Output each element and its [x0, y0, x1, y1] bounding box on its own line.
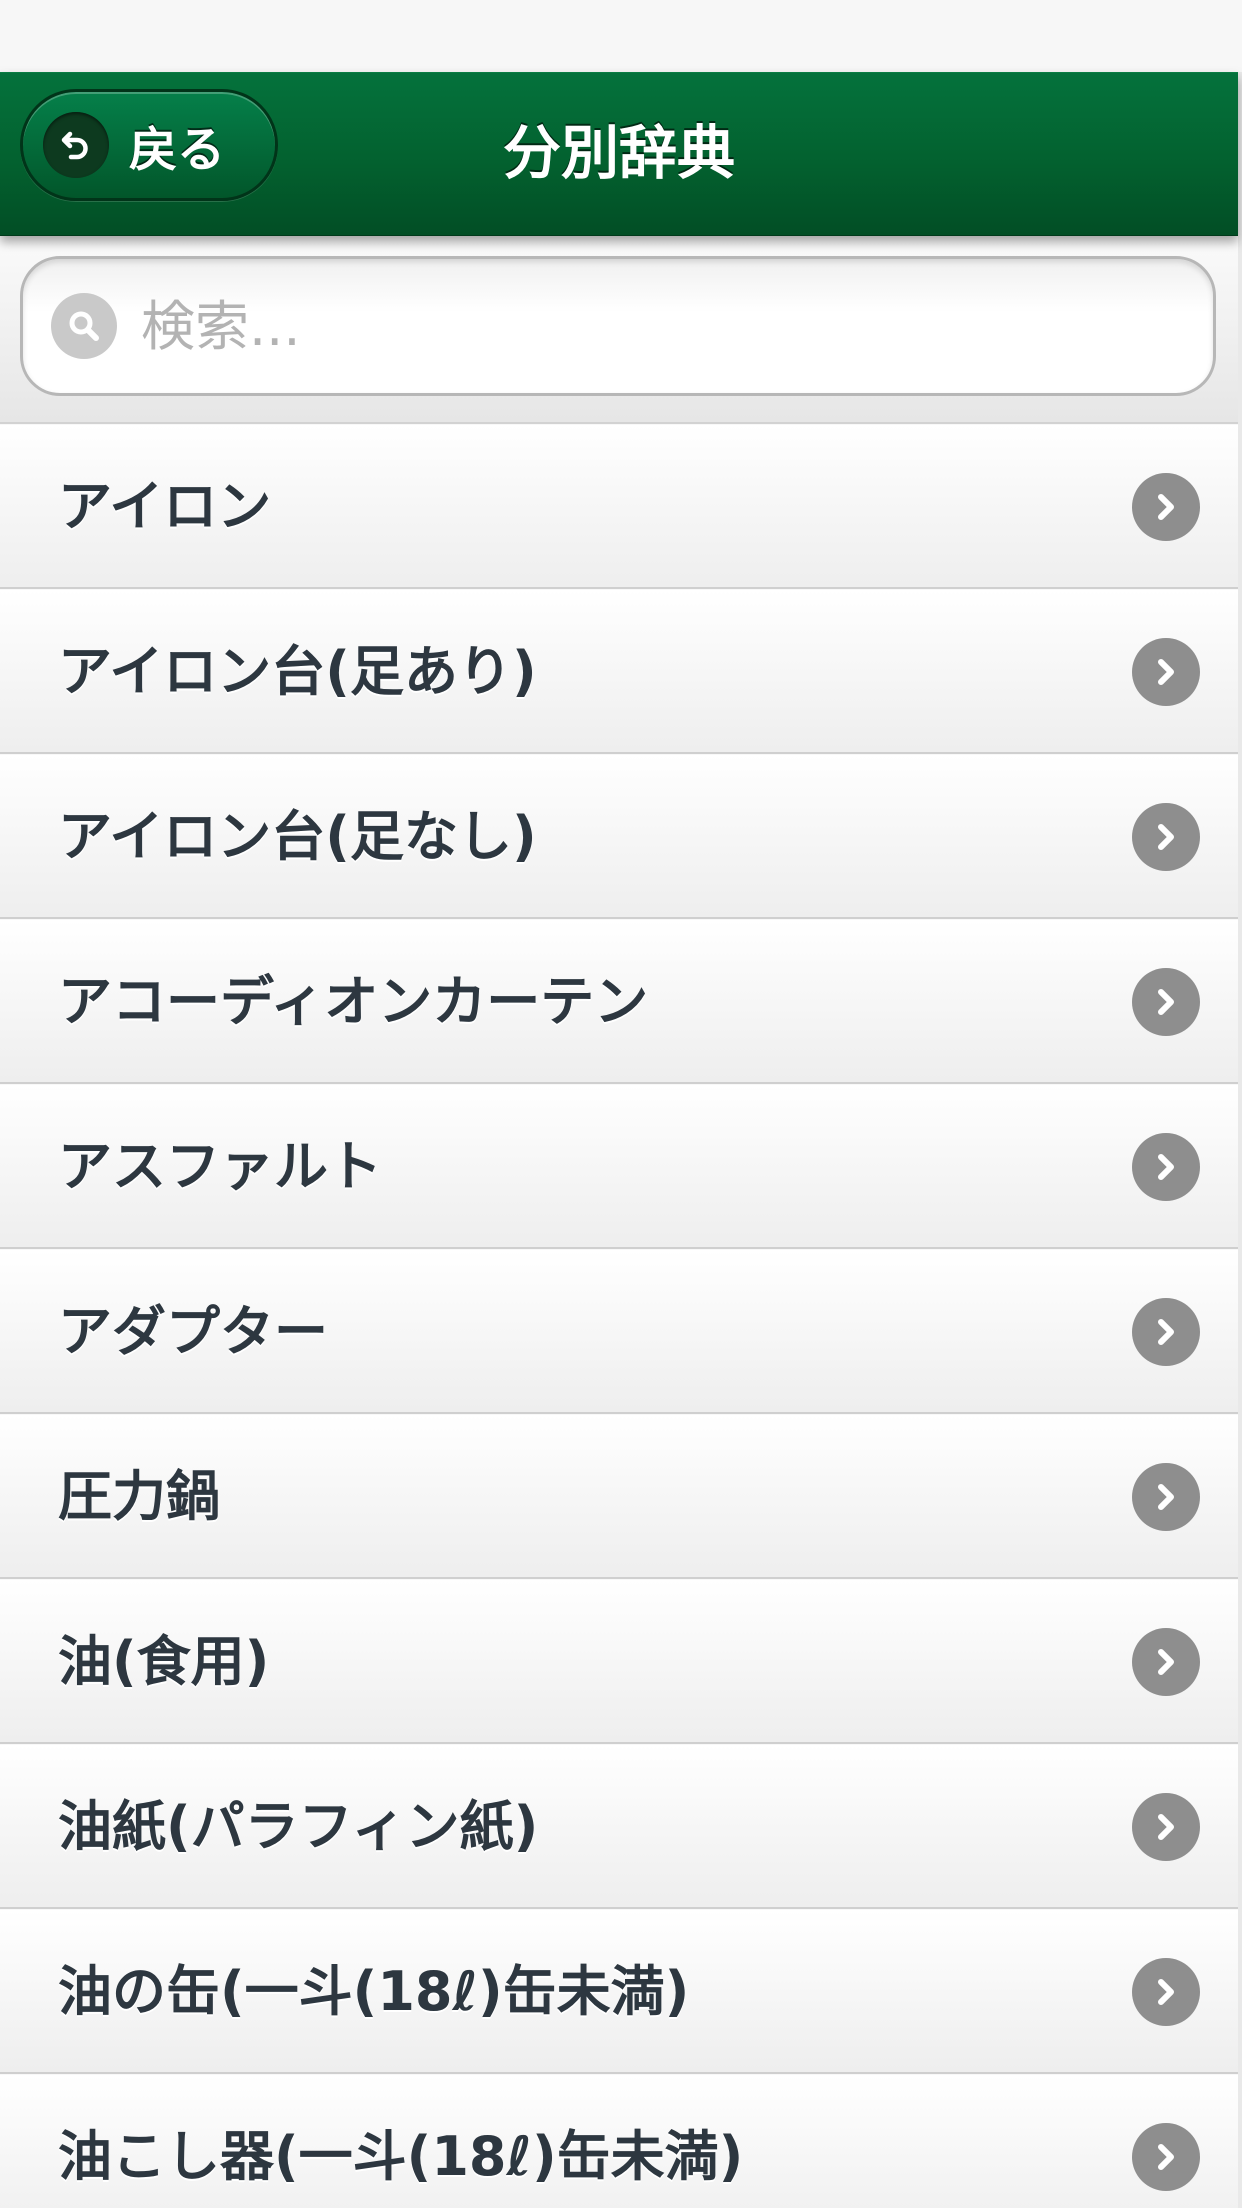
search-icon [51, 293, 117, 359]
dictionary-list: アイロンアイロン台(足あり) アイロン台(足なし) アコーディオンカーテン アスファル… [0, 424, 1238, 2208]
list-item-label: 圧力鍋 [58, 1465, 220, 1528]
list-item-label: アイロン [58, 475, 272, 538]
list-item[interactable]: 油こし器(一斗(18ℓ)缶未満) [0, 2074, 1238, 2208]
list-item[interactable]: 油(食用) [0, 1579, 1238, 1744]
list-item-label: アイロン台(足あり) [58, 640, 537, 703]
chevron-right-icon [1132, 1133, 1200, 1201]
list-item[interactable]: 圧力鍋 [0, 1414, 1238, 1579]
search-bar [0, 234, 1238, 424]
status-bar-area [0, 0, 1242, 72]
chevron-right-icon [1132, 1463, 1200, 1531]
list-item-label: アスファルト [58, 1135, 382, 1198]
chevron-right-icon [1132, 473, 1200, 541]
search-field[interactable] [20, 256, 1216, 396]
chevron-right-icon [1132, 803, 1200, 871]
list-item-label: 油の缶(一斗(18ℓ)缶未満) [58, 1960, 690, 2023]
list-item-label: アコーディオンカーテン [58, 970, 649, 1033]
page-title: 分別辞典 [502, 119, 735, 187]
list-item-label: 油(食用) [58, 1630, 270, 1693]
chevron-right-icon [1132, 1298, 1200, 1366]
list-item[interactable]: アイロン台(足なし) [0, 754, 1238, 919]
header-bar: 戻る 分別辞典 [0, 72, 1238, 236]
chevron-right-icon [1132, 1628, 1200, 1696]
chevron-right-icon [1132, 1793, 1200, 1861]
list-item[interactable]: アスファルト [0, 1084, 1238, 1249]
list-item-label: 油こし器(一斗(18ℓ)缶未満) [58, 2125, 744, 2188]
list-item[interactable]: アダプター [0, 1249, 1238, 1414]
list-item[interactable]: 油の缶(一斗(18ℓ)缶未満) [0, 1909, 1238, 2074]
list-item[interactable]: 油紙(パラフィン紙) [0, 1744, 1238, 1909]
list-item[interactable]: アイロン [0, 424, 1238, 589]
list-item-label: アダプター [58, 1300, 328, 1363]
chevron-right-icon [1132, 1958, 1200, 2026]
chevron-right-icon [1132, 638, 1200, 706]
list-item[interactable]: アイロン台(足あり) [0, 589, 1238, 754]
list-item-label: アイロン台(足なし) [58, 805, 537, 868]
search-input[interactable] [139, 293, 1143, 359]
chevron-right-icon [1132, 2123, 1200, 2191]
list-item[interactable]: アコーディオンカーテン [0, 919, 1238, 1084]
chevron-right-icon [1132, 968, 1200, 1036]
list-item-label: 油紙(パラフィン紙) [58, 1795, 539, 1858]
scroll-edge [1238, 72, 1242, 2208]
